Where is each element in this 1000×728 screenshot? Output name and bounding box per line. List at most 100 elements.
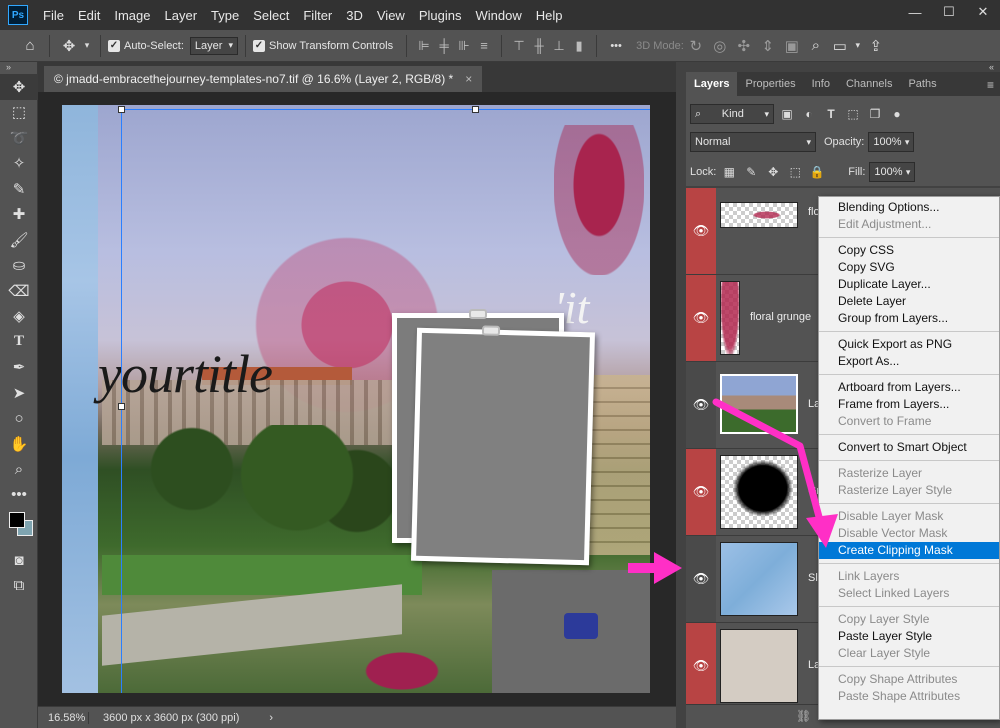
menu-item-link-layers[interactable]: Link Layers (819, 568, 999, 585)
document-canvas[interactable]: yourtitle 'it (62, 105, 650, 693)
menu-select[interactable]: Select (246, 8, 296, 23)
filter-pixel-icon[interactable]: ▣ (778, 105, 796, 123)
healing-brush-tool-icon[interactable]: ✚ (0, 202, 38, 228)
type-tool-icon[interactable]: T (0, 329, 38, 355)
blend-mode-dropdown[interactable]: Normal ▾ (690, 132, 816, 152)
align-middle-icon[interactable]: ╫ (529, 37, 549, 55)
move-tool-icon[interactable]: ✥ (0, 74, 38, 100)
align-top-icon[interactable]: ⊤ (509, 37, 529, 55)
menu-file[interactable]: File (36, 8, 71, 23)
fill-field[interactable]: 100% ▾ (869, 162, 916, 182)
filter-adjustment-icon[interactable]: ◐ (800, 105, 818, 123)
menu-item-convert-to-smart-object[interactable]: Convert to Smart Object (819, 439, 999, 456)
home-icon[interactable]: ⌂ (18, 35, 42, 57)
zoom-tool-icon[interactable]: ⌕ (0, 457, 38, 483)
menu-item-rasterize-layer-style[interactable]: Rasterize Layer Style (819, 482, 999, 499)
visibility-eye-icon[interactable]: 👁 (686, 188, 716, 274)
collapse-panels-icon[interactable]: « (989, 62, 994, 72)
menu-3d[interactable]: 3D (339, 8, 370, 23)
tab-layers[interactable]: Layers (686, 72, 738, 96)
menu-item-duplicate-layer[interactable]: Duplicate Layer... (819, 276, 999, 293)
lock-position-icon[interactable]: ✥ (764, 163, 782, 181)
more-tools-icon[interactable]: ••• (0, 482, 38, 508)
chevron-down-icon[interactable]: ▾ (852, 35, 864, 57)
lock-transparent-icon[interactable]: ▦ (720, 163, 738, 181)
menu-item-copy-css[interactable]: Copy CSS (819, 242, 999, 259)
show-transform-checkbox[interactable]: ✓ Show Transform Controls (252, 39, 393, 52)
chevron-right-icon[interactable]: › (269, 712, 273, 724)
chevron-down-icon[interactable]: ▾ (81, 35, 93, 57)
filter-shape-icon[interactable]: ⬚ (844, 105, 862, 123)
paint-bucket-tool-icon[interactable]: ◈ (0, 304, 38, 330)
filter-toggle-icon[interactable]: ● (888, 105, 906, 123)
visibility-eye-icon[interactable]: 👁 (686, 275, 716, 361)
quick-mask-icon[interactable]: ◙ (0, 548, 38, 574)
auto-select-dropdown[interactable]: Layer ▾ (189, 36, 238, 55)
menu-item-disable-layer-mask[interactable]: Disable Layer Mask (819, 508, 999, 525)
close-icon[interactable]: × (465, 72, 472, 86)
visibility-eye-icon[interactable]: 👁 (686, 362, 716, 448)
menu-plugins[interactable]: Plugins (412, 8, 469, 23)
align-center-icon[interactable]: ╪ (434, 37, 454, 55)
path-selection-tool-icon[interactable]: ➤ (0, 380, 38, 406)
document-tab[interactable]: © jmadd-embracethejourney-templates-no7.… (44, 66, 483, 92)
lock-artboard-icon[interactable]: ⬚ (786, 163, 804, 181)
menu-item-convert-to-frame[interactable]: Convert to Frame (819, 413, 999, 430)
menu-item-copy-shape-attributes[interactable]: Copy Shape Attributes (819, 671, 999, 688)
brush-tool-icon[interactable]: 🖌 (0, 227, 38, 253)
menu-item-paste-shape-attributes[interactable]: Paste Shape Attributes (819, 688, 999, 705)
menu-item-create-clipping-mask[interactable]: Create Clipping Mask (819, 542, 999, 559)
3d-camera-icon[interactable]: ▣ (780, 35, 804, 57)
layer-name[interactable]: floral grunge (750, 311, 811, 323)
menu-item-paste-layer-style[interactable]: Paste Layer Style (819, 628, 999, 645)
align-right-icon[interactable]: ⊪ (454, 37, 474, 55)
menu-item-copy-svg[interactable]: Copy SVG (819, 259, 999, 276)
foreground-color-swatch[interactable] (9, 511, 25, 528)
auto-select-checkbox[interactable]: ✓ Auto-Select: (108, 39, 184, 52)
marquee-tool-icon[interactable]: ⬚ (0, 100, 38, 126)
distribute-icon[interactable]: ≡ (474, 37, 494, 55)
menu-item-disable-vector-mask[interactable]: Disable Vector Mask (819, 525, 999, 542)
lock-pixels-icon[interactable]: ✎ (742, 163, 760, 181)
tab-paths[interactable]: Paths (900, 72, 944, 96)
menu-item-blending-options[interactable]: Blending Options... (819, 199, 999, 216)
more-options-icon[interactable]: ••• (604, 35, 628, 57)
menu-item-edit-adjustment[interactable]: Edit Adjustment... (819, 216, 999, 233)
tab-properties[interactable]: Properties (737, 72, 803, 96)
transform-handle[interactable] (118, 403, 125, 410)
link-icon[interactable]: ⛓ (796, 709, 811, 723)
menu-item-quick-export-png[interactable]: Quick Export as PNG (819, 336, 999, 353)
collapse-icon[interactable]: » (0, 62, 37, 74)
visibility-eye-icon[interactable]: 👁 (686, 536, 716, 622)
distribute-vertical-icon[interactable]: ▮ (569, 37, 589, 55)
filter-type-icon[interactable]: T (822, 105, 840, 123)
visibility-eye-icon[interactable]: 👁 (686, 449, 716, 535)
document-info[interactable]: 3600 px x 3600 px (300 ppi) (88, 711, 239, 724)
canvas-area[interactable]: yourtitle 'it (38, 92, 676, 706)
screen-mode-icon[interactable]: ⧉ (0, 573, 38, 599)
transform-handle[interactable] (472, 106, 479, 113)
eyedropper-tool-icon[interactable]: ✎ (0, 176, 38, 202)
tab-channels[interactable]: Channels (838, 72, 900, 96)
menu-item-copy-layer-style[interactable]: Copy Layer Style (819, 611, 999, 628)
menu-image[interactable]: Image (107, 8, 157, 23)
menu-item-rasterize-layer[interactable]: Rasterize Layer (819, 465, 999, 482)
3d-drag-icon[interactable]: ✣ (732, 35, 756, 57)
3d-roll-icon[interactable]: ◎ (708, 35, 732, 57)
menu-item-select-linked-layers[interactable]: Select Linked Layers (819, 585, 999, 602)
menu-view[interactable]: View (370, 8, 412, 23)
menu-item-delete-layer[interactable]: Delete Layer (819, 293, 999, 310)
menu-edit[interactable]: Edit (71, 8, 107, 23)
lasso-tool-icon[interactable]: ➰ (0, 125, 38, 151)
minimize-button[interactable]: — (898, 0, 932, 24)
menu-item-export-as[interactable]: Export As... (819, 353, 999, 370)
search-icon[interactable]: ⌕ (804, 35, 828, 57)
pen-tool-icon[interactable]: ✒ (0, 355, 38, 381)
menu-filter[interactable]: Filter (296, 8, 339, 23)
opacity-field[interactable]: 100% ▾ (868, 132, 915, 152)
visibility-eye-icon[interactable]: 👁 (686, 623, 716, 709)
align-left-icon[interactable]: ⊫ (414, 37, 434, 55)
filter-smart-object-icon[interactable]: ❐ (866, 105, 884, 123)
menu-item-frame-from-layers[interactable]: Frame from Layers... (819, 396, 999, 413)
menu-item-group-from-layers[interactable]: Group from Layers... (819, 310, 999, 327)
